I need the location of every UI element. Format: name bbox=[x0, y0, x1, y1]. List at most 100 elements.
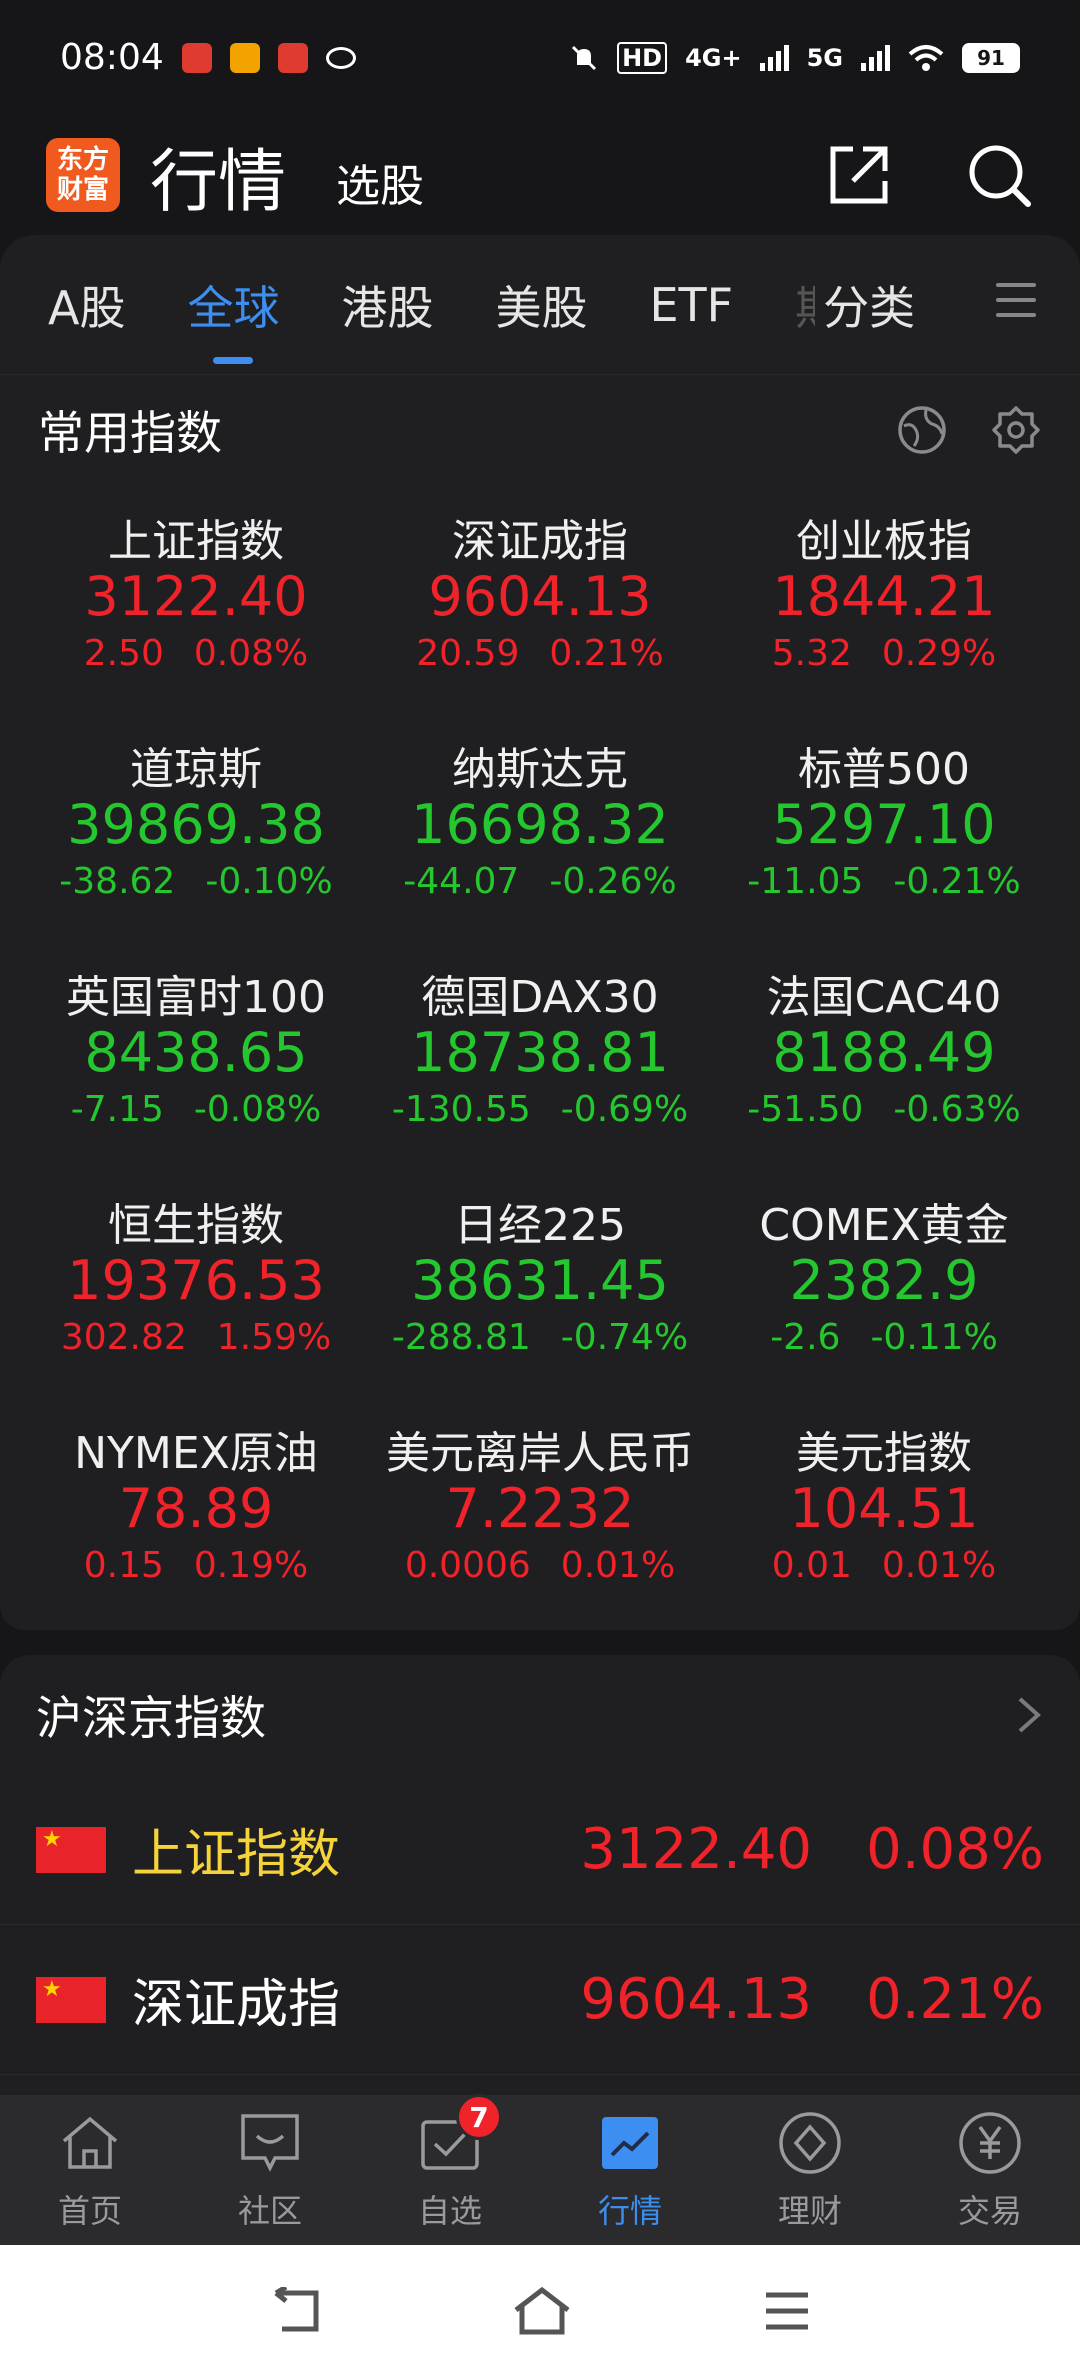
index-change: 5.32 bbox=[771, 633, 852, 674]
index-cell[interactable]: 美元指数 104.51 0.01 0.01% bbox=[712, 1397, 1056, 1625]
tab-etf[interactable]: ETF bbox=[649, 278, 733, 332]
index-price: 78.89 bbox=[118, 1477, 274, 1540]
menu-icon[interactable] bbox=[762, 2289, 812, 2333]
index-cell[interactable]: 创业板指 1844.21 5.32 0.29% bbox=[712, 485, 1056, 713]
index-name: 深证成指 bbox=[452, 516, 628, 567]
nav-market[interactable]: 行情 bbox=[550, 2108, 710, 2232]
index-name: 纳斯达克 bbox=[452, 744, 628, 795]
status-right: HD 4G+ 5G 91 bbox=[569, 41, 1020, 74]
toutiao-app-icon bbox=[181, 42, 212, 73]
tab-hk-stocks[interactable]: 港股 bbox=[341, 272, 433, 338]
index-change-row: -2.6 -0.11% bbox=[770, 1317, 998, 1367]
stock-picker-button[interactable]: 选股 bbox=[336, 150, 424, 214]
index-change: 2.50 bbox=[83, 633, 164, 674]
index-pct: 0.21% bbox=[549, 633, 664, 674]
nav-label: 首页 bbox=[57, 2192, 122, 2230]
index-change: 0.0006 bbox=[404, 1545, 531, 1586]
page-title: 行情 bbox=[150, 142, 287, 222]
index-price: 8188.49 bbox=[772, 1021, 996, 1084]
index-cell[interactable]: NYMEX原油 78.89 0.15 0.19% bbox=[24, 1397, 368, 1625]
index-name: 标普500 bbox=[798, 744, 970, 795]
home-nav-icon[interactable] bbox=[512, 2286, 572, 2336]
search-button[interactable] bbox=[964, 140, 1034, 210]
index-pct: 0.19% bbox=[193, 1545, 309, 1586]
globe-icon[interactable] bbox=[896, 404, 948, 456]
home-icon bbox=[55, 2108, 125, 2178]
index-cell[interactable]: 法国CAC40 8188.49 -51.50 -0.63% bbox=[712, 941, 1056, 1169]
index-pct: -0.26% bbox=[549, 861, 677, 902]
hd-indicator: HD bbox=[617, 41, 668, 74]
index-cell[interactable]: 英国富时100 8438.65 -7.15 -0.08% bbox=[24, 941, 368, 1169]
index-name: 上证指数 bbox=[108, 516, 284, 567]
diamond-icon bbox=[775, 2108, 845, 2178]
back-icon[interactable] bbox=[268, 2286, 322, 2335]
index-pct: -0.69% bbox=[560, 1089, 689, 1130]
index-cell[interactable]: 道琼斯 39869.38 -38.62 -0.10% bbox=[24, 713, 368, 941]
index-pct: 0.29% bbox=[881, 633, 997, 674]
index-change: 302.82 bbox=[60, 1317, 187, 1358]
index-grid: 上证指数 3122.40 2.50 0.08% 深证成指 9604.13 20.5… bbox=[0, 485, 1080, 1625]
index-cell[interactable]: 标普500 5297.10 -11.05 -0.21% bbox=[712, 713, 1056, 941]
nav-home[interactable]: 首页 bbox=[10, 2108, 170, 2232]
index-pct: -0.74% bbox=[560, 1317, 689, 1358]
tab-category[interactable]: 分类 bbox=[823, 272, 915, 338]
nav-community[interactable]: 社区 bbox=[190, 2108, 350, 2232]
nav-label: 行情 bbox=[597, 2192, 662, 2230]
hs-index-name: 上证指数 bbox=[132, 1825, 341, 1885]
index-change-row: 0.0006 0.01% bbox=[405, 1545, 675, 1595]
tab-global[interactable]: 全球 bbox=[187, 272, 279, 364]
index-change-row: -130.55 -0.69% bbox=[392, 1089, 688, 1139]
index-change-row: -44.07 -0.26% bbox=[403, 861, 676, 911]
index-cell[interactable]: 纳斯达克 16698.32 -44.07 -0.26% bbox=[368, 713, 712, 941]
5g-indicator: 5G bbox=[806, 43, 843, 72]
weibo-app-icon bbox=[229, 42, 260, 73]
hs-index-row[interactable]: 深证成指 9604.13 0.21% bbox=[0, 1925, 1080, 2075]
index-pct: -0.21% bbox=[893, 861, 1021, 902]
index-cell[interactable]: 美元离岸人民币 7.2232 0.0006 0.01% bbox=[368, 1397, 712, 1625]
hs-index-row[interactable]: 上证指数 3122.40 0.08% bbox=[0, 1775, 1080, 1925]
status-time: 08:04 bbox=[60, 37, 164, 78]
index-change-row: -51.50 -0.63% bbox=[747, 1089, 1020, 1139]
index-change: -11.05 bbox=[747, 861, 864, 902]
index-price: 8438.65 bbox=[84, 1021, 308, 1084]
link-app-icon bbox=[325, 46, 356, 69]
index-pct: -0.63% bbox=[893, 1089, 1021, 1130]
hs-indices-header[interactable]: 沪深京指数 bbox=[0, 1655, 1080, 1775]
signal-icon bbox=[759, 44, 789, 71]
status-bar: 08:04 HD 4G+ 5G 91 bbox=[0, 0, 1080, 115]
index-cell[interactable]: 深证成指 9604.13 20.59 0.21% bbox=[368, 485, 712, 713]
index-cell[interactable]: 德国DAX30 18738.81 -130.55 -0.69% bbox=[368, 941, 712, 1169]
index-name: 创业板指 bbox=[796, 516, 972, 567]
index-change: -2.6 bbox=[770, 1317, 841, 1358]
watchlist-badge: 7 bbox=[456, 2094, 502, 2140]
index-cell[interactable]: 上证指数 3122.40 2.50 0.08% bbox=[24, 485, 368, 713]
nav-watchlist[interactable]: 7 自选 bbox=[370, 2094, 530, 2232]
tab-us-stocks[interactable]: 美股 bbox=[495, 272, 587, 338]
common-indices-title: 常用指数 bbox=[38, 406, 222, 460]
mute-bell-icon bbox=[572, 45, 597, 70]
share-button[interactable] bbox=[824, 140, 894, 210]
index-change-row: 0.15 0.19% bbox=[84, 1545, 309, 1595]
tab-futures[interactable]: 期 bbox=[795, 272, 815, 338]
nav-trade[interactable]: 交易 bbox=[910, 2108, 1070, 2232]
share-icon bbox=[830, 146, 888, 204]
index-cell[interactable]: 日经225 38631.45 -288.81 -0.74% bbox=[368, 1169, 712, 1397]
index-pct: 0.08% bbox=[193, 633, 309, 674]
index-pct: -0.10% bbox=[205, 861, 333, 902]
index-change-row: -38.62 -0.10% bbox=[59, 861, 332, 911]
nav-wealth[interactable]: 理财 bbox=[730, 2108, 890, 2232]
index-price: 18738.81 bbox=[411, 1021, 669, 1084]
index-name: COMEX黄金 bbox=[759, 1200, 1009, 1251]
index-cell[interactable]: 恒生指数 19376.53 302.82 1.59% bbox=[24, 1169, 368, 1397]
gear-icon[interactable] bbox=[990, 404, 1042, 456]
chevron-right-icon[interactable] bbox=[1014, 1693, 1044, 1737]
app-header: 东方财富 行情 选股 bbox=[0, 115, 1080, 235]
index-pct: -0.08% bbox=[193, 1089, 322, 1130]
index-cell[interactable]: COMEX黄金 2382.9 -2.6 -0.11% bbox=[712, 1169, 1056, 1397]
nav-label: 社区 bbox=[237, 2192, 302, 2230]
tab-a-share[interactable]: A股 bbox=[48, 272, 125, 338]
nav-label: 交易 bbox=[957, 2192, 1022, 2230]
index-price: 3122.40 bbox=[84, 565, 308, 628]
tab-menu-icon[interactable] bbox=[996, 283, 1036, 328]
common-indices-header: 常用指数 bbox=[0, 375, 1080, 485]
